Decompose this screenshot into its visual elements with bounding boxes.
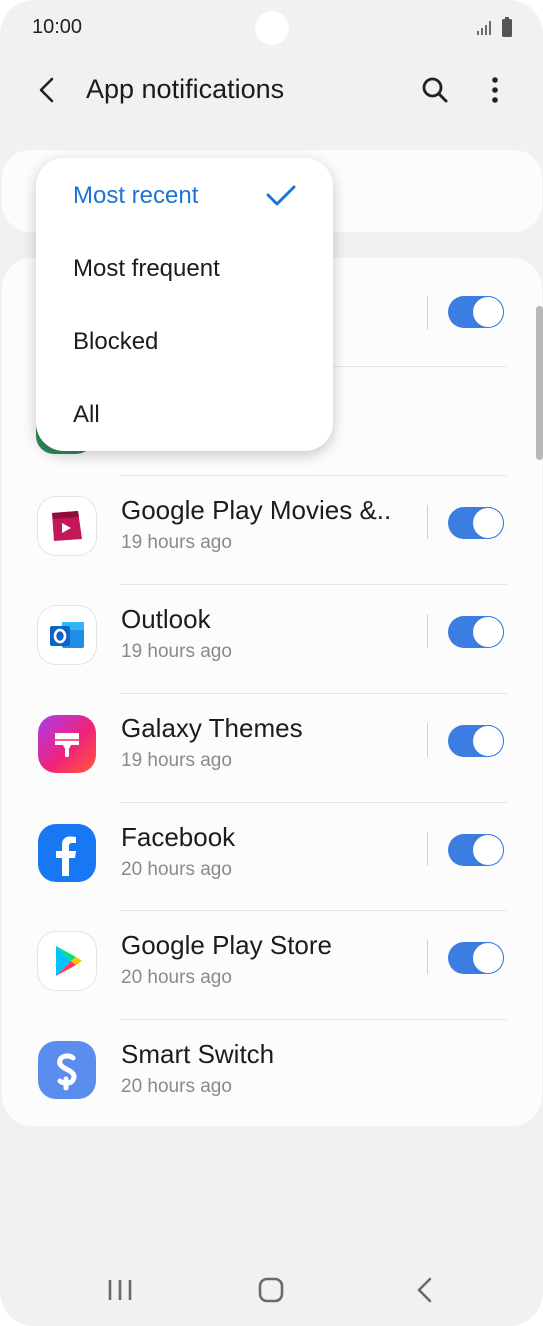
battery-icon <box>502 17 512 37</box>
toggle-knob <box>473 943 503 973</box>
notification-toggle[interactable] <box>448 296 504 328</box>
row-divider <box>121 802 507 803</box>
list-item-facebook[interactable]: Facebook 20 hours ago <box>2 802 542 910</box>
list-item-galaxy-themes[interactable]: Galaxy Themes 19 hours ago <box>2 693 542 801</box>
google-play-store-icon <box>38 932 96 990</box>
status-time: 10:00 <box>32 16 83 38</box>
home-icon[interactable] <box>250 1272 292 1308</box>
notification-toggle[interactable] <box>448 942 504 974</box>
app-time: 20 hours ago <box>121 967 232 988</box>
menu-item-label: All <box>73 401 100 428</box>
list-item-google-play-store[interactable]: Google Play Store 20 hours ago <box>2 910 542 1018</box>
list-item-outlook[interactable]: Outlook 19 hours ago <box>2 584 542 692</box>
app-name: Smart Switch <box>121 1039 275 1069</box>
search-button[interactable] <box>414 69 456 111</box>
app-time: 19 hours ago <box>121 641 232 662</box>
status-bar: 10:00 <box>0 0 543 56</box>
toggle-knob <box>473 508 503 538</box>
app-name: Facebook <box>121 822 236 852</box>
more-options-button[interactable] <box>474 69 516 111</box>
toggle-separator <box>427 832 428 866</box>
front-camera-cutout <box>255 11 289 45</box>
toggle-knob <box>473 297 503 327</box>
toggle-knob <box>473 617 503 647</box>
list-item-google-play-movies[interactable]: Google Play Movies &.. 19 hours ago <box>2 475 542 583</box>
app-name: Google Play Store <box>121 930 333 960</box>
more-vertical-icon <box>492 77 498 103</box>
system-nav-bar <box>0 1258 543 1326</box>
recents-icon[interactable] <box>100 1274 142 1306</box>
notification-toggle[interactable] <box>448 507 504 539</box>
toggle-separator <box>427 723 428 757</box>
row-divider <box>121 1019 507 1020</box>
toggle-knob <box>473 835 503 865</box>
google-play-movies-icon <box>38 497 96 555</box>
toggle-separator <box>427 940 428 974</box>
row-divider <box>121 475 507 476</box>
back-icon[interactable] <box>404 1272 446 1308</box>
galaxy-themes-icon <box>38 715 96 773</box>
check-icon <box>266 185 296 206</box>
menu-item-label: Most frequent <box>73 255 220 282</box>
menu-item-blocked[interactable]: Blocked <box>36 306 333 379</box>
app-time: 19 hours ago <box>121 532 232 553</box>
page-title: App notifications <box>86 74 285 104</box>
row-divider <box>121 910 507 911</box>
app-time: 20 hours ago <box>121 1076 232 1097</box>
phone-screen: 10:00 App notifications Google Play Movi… <box>0 0 543 1326</box>
app-name: Google Play Movies &.. <box>121 495 392 525</box>
menu-item-label: Blocked <box>73 328 159 355</box>
sort-dropdown-menu: Most recent Most frequent Blocked All <box>36 158 333 451</box>
notification-toggle[interactable] <box>448 834 504 866</box>
notification-toggle[interactable] <box>448 725 504 757</box>
app-name: Outlook <box>121 604 211 634</box>
signal-icon <box>477 21 491 35</box>
app-bar: App notifications <box>0 56 543 124</box>
toggle-knob <box>473 726 503 756</box>
back-button[interactable] <box>28 70 68 110</box>
notification-toggle[interactable] <box>448 616 504 648</box>
menu-item-label: Most recent <box>73 182 199 209</box>
app-time: 20 hours ago <box>121 859 232 880</box>
row-divider <box>121 584 507 585</box>
toggle-separator <box>427 505 428 539</box>
scrollbar-thumb[interactable] <box>536 306 543 460</box>
menu-item-all[interactable]: All <box>36 379 333 452</box>
list-item-smart-switch[interactable]: Smart Switch 20 hours ago <box>2 1019 542 1127</box>
search-icon <box>422 77 448 103</box>
toggle-separator <box>427 296 428 330</box>
back-arrow-icon <box>39 77 54 103</box>
outlook-icon <box>38 606 96 664</box>
row-divider <box>121 693 507 694</box>
toggle-separator <box>427 614 428 648</box>
menu-item-most-frequent[interactable]: Most frequent <box>36 233 333 306</box>
app-name: Galaxy Themes <box>121 713 303 743</box>
app-time: 19 hours ago <box>121 750 232 771</box>
facebook-icon <box>38 824 96 882</box>
menu-item-most-recent[interactable]: Most recent <box>36 160 333 233</box>
smart-switch-icon <box>38 1041 96 1099</box>
